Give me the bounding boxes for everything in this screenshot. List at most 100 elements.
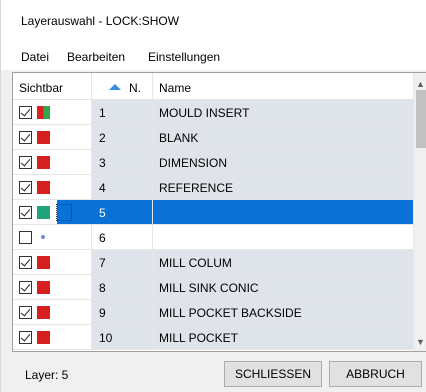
layer-number-cell[interactable]: 6 xyxy=(92,225,153,249)
title-bar[interactable]: Layerauswahl - LOCK:SHOW xyxy=(1,0,426,44)
window-title: Layerauswahl - LOCK:SHOW xyxy=(21,14,180,28)
visibility-cell[interactable] xyxy=(13,100,92,124)
menu-bar: Datei Bearbeiten Einstellungen xyxy=(1,44,426,70)
layer-name-cell[interactable]: REFERENCE xyxy=(153,175,413,199)
visibility-checkbox[interactable] xyxy=(19,156,32,169)
layer-color-swatch[interactable] xyxy=(37,156,50,169)
checkmark-icon xyxy=(20,206,31,217)
visibility-checkbox[interactable] xyxy=(19,206,32,219)
menu-file[interactable]: Datei xyxy=(21,50,49,64)
layer-number: 2 xyxy=(99,131,106,145)
column-header-number[interactable]: N. xyxy=(92,73,153,100)
visibility-checkbox[interactable] xyxy=(19,131,32,144)
layer-number: 8 xyxy=(99,281,106,295)
layer-name: MOULD INSERT xyxy=(159,106,250,120)
table-row[interactable]: 1 MOULD INSERT xyxy=(13,100,413,125)
visibility-checkbox[interactable] xyxy=(19,231,32,244)
layer-number-cell[interactable]: 9 xyxy=(92,300,153,324)
layer-name: REFERENCE xyxy=(159,181,234,195)
visibility-cell[interactable] xyxy=(13,325,92,349)
menu-settings[interactable]: Einstellungen xyxy=(148,50,220,64)
visibility-cell[interactable] xyxy=(13,275,92,299)
checkmark-icon xyxy=(20,281,31,292)
layer-color-swatch[interactable] xyxy=(37,181,50,194)
layer-number-cell[interactable]: 10 xyxy=(92,325,153,349)
table-row[interactable]: 5 xyxy=(13,200,413,225)
table-row[interactable]: 2 BLANK xyxy=(13,125,413,150)
visibility-checkbox[interactable] xyxy=(19,181,32,194)
visibility-cell[interactable] xyxy=(13,300,92,324)
layer-number: 9 xyxy=(99,306,106,320)
layer-number-cell[interactable]: 5 xyxy=(92,200,153,224)
visibility-cell[interactable] xyxy=(13,125,92,149)
sort-ascending-icon xyxy=(109,84,121,90)
visibility-checkbox[interactable] xyxy=(19,331,32,344)
layer-name-cell[interactable]: MILL POCKET BACKSIDE xyxy=(153,300,413,324)
table-row[interactable]: 9 MILL POCKET BACKSIDE xyxy=(13,300,413,325)
layer-number: 6 xyxy=(99,231,106,245)
column-header-name[interactable]: Name xyxy=(153,73,413,100)
layer-number: 5 xyxy=(99,206,106,220)
checkmark-icon xyxy=(20,331,31,342)
column-header-visible[interactable]: Sichtbar xyxy=(13,73,92,100)
column-label-number: N. xyxy=(129,81,141,95)
current-layer-status: Layer: 5 xyxy=(25,368,69,382)
checkmark-icon xyxy=(20,306,31,317)
layer-number: 4 xyxy=(99,181,106,195)
table-row[interactable]: 7 MILL COLUM xyxy=(13,250,413,275)
menu-edit[interactable]: Bearbeiten xyxy=(67,50,125,64)
cancel-button[interactable]: ABBRUCH xyxy=(329,361,422,387)
visibility-checkbox[interactable] xyxy=(19,281,32,294)
visibility-cell[interactable] xyxy=(13,200,92,224)
layer-color-swatch[interactable] xyxy=(37,131,50,144)
table-header: Sichtbar N. Name xyxy=(13,73,413,100)
layer-name-cell[interactable]: DIMENSION xyxy=(153,150,413,174)
layer-number: 1 xyxy=(99,106,106,120)
table-row[interactable]: 10 MILL POCKET xyxy=(13,325,413,350)
layer-number-cell[interactable]: 2 xyxy=(92,125,153,149)
layer-name-cell[interactable]: MILL POCKET xyxy=(153,325,413,349)
column-label-name: Name xyxy=(159,81,192,95)
layer-name: MILL POCKET BACKSIDE xyxy=(159,306,302,320)
table-body: 1 MOULD INSERT 2 BLANK 3 DIMENSION 4 REFERENCE 5… xyxy=(13,100,413,350)
scroll-down-icon[interactable]: ▼ xyxy=(416,337,425,347)
layer-name-cell[interactable]: MILL COLUM xyxy=(153,250,413,274)
table-row[interactable]: 3 DIMENSION xyxy=(13,150,413,175)
layer-name: MILL POCKET xyxy=(159,331,238,345)
focus-rectangle xyxy=(56,204,72,221)
layer-name-cell[interactable] xyxy=(153,200,413,224)
scrollbar-thumb[interactable] xyxy=(416,90,426,148)
layer-color-swatch[interactable] xyxy=(37,331,50,344)
visibility-cell[interactable] xyxy=(13,175,92,199)
layer-name-cell[interactable] xyxy=(153,225,413,249)
layer-number-cell[interactable]: 1 xyxy=(92,100,153,124)
layer-number-cell[interactable]: 4 xyxy=(92,175,153,199)
layer-name-cell[interactable]: MOULD INSERT xyxy=(153,100,413,124)
visibility-checkbox[interactable] xyxy=(19,106,32,119)
table-row[interactable]: 6 xyxy=(13,225,413,250)
layer-number-cell[interactable]: 8 xyxy=(92,275,153,299)
scroll-up-icon[interactable]: ▲ xyxy=(416,79,425,89)
close-button[interactable]: SCHLIESSEN xyxy=(224,361,322,387)
layer-name-cell[interactable]: BLANK xyxy=(153,125,413,149)
vertical-scrollbar[interactable]: ▲ ▼ xyxy=(413,73,426,351)
layer-color-swatch[interactable] xyxy=(37,106,50,119)
layer-number: 3 xyxy=(99,156,106,170)
layer-name-cell[interactable]: MILL SINK CONIC xyxy=(153,275,413,299)
visibility-cell[interactable] xyxy=(13,225,92,249)
layer-number-cell[interactable]: 7 xyxy=(92,250,153,274)
layer-color-swatch[interactable] xyxy=(37,306,50,319)
layer-color-swatch[interactable] xyxy=(37,256,50,269)
visibility-cell[interactable] xyxy=(13,250,92,274)
table-row[interactable]: 8 MILL SINK CONIC xyxy=(13,275,413,300)
table-row[interactable]: 4 REFERENCE xyxy=(13,175,413,200)
column-label-visible: Sichtbar xyxy=(19,81,64,95)
visibility-checkbox[interactable] xyxy=(19,256,32,269)
layer-color-swatch[interactable] xyxy=(37,281,50,294)
layer-color-swatch[interactable] xyxy=(37,206,50,219)
visibility-cell[interactable] xyxy=(13,150,92,174)
layer-number-cell[interactable]: 3 xyxy=(92,150,153,174)
layer-number: 7 xyxy=(99,256,106,270)
layer-color-swatch[interactable] xyxy=(41,235,45,239)
visibility-checkbox[interactable] xyxy=(19,306,32,319)
